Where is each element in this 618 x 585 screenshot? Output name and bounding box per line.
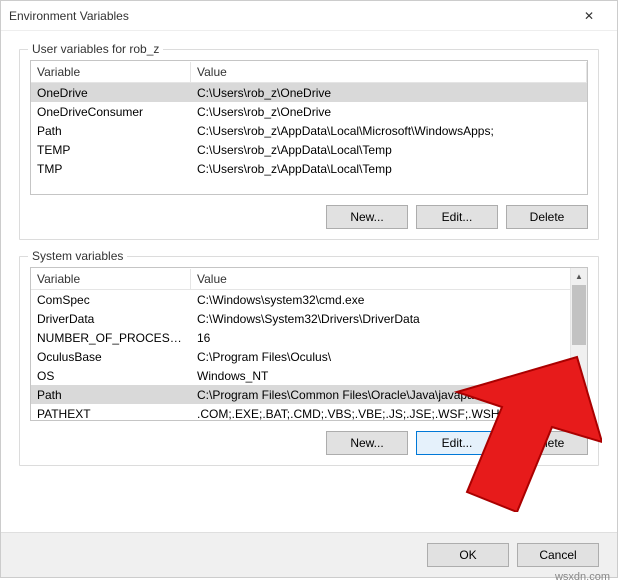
system-delete-button[interactable]: Delete <box>506 431 588 455</box>
cell-value: C:\Program Files\Oculus\ <box>191 348 570 366</box>
system-new-button[interactable]: New... <box>326 431 408 455</box>
close-button[interactable]: ✕ <box>569 2 609 30</box>
cell-variable: OculusBase <box>31 348 191 366</box>
client-area: User variables for rob_z Variable Value … <box>1 31 617 532</box>
cell-value: C:\Users\rob_z\OneDrive <box>191 84 587 102</box>
scroll-thumb[interactable] <box>572 285 586 345</box>
table-row[interactable]: TEMP C:\Users\rob_z\AppData\Local\Temp <box>31 140 587 159</box>
cell-variable: NUMBER_OF_PROCESSORS <box>31 329 191 347</box>
cell-value: C:\Windows\System32\Drivers\DriverData <box>191 310 570 328</box>
column-header-value[interactable]: Value <box>191 269 587 289</box>
cell-variable: ComSpec <box>31 291 191 309</box>
cancel-button[interactable]: Cancel <box>517 543 599 567</box>
cell-value: C:\Users\rob_z\AppData\Local\Microsoft\W… <box>191 122 587 140</box>
close-icon: ✕ <box>584 9 594 23</box>
list-body: ComSpec C:\Windows\system32\cmd.exe Driv… <box>31 290 587 423</box>
table-row[interactable]: TMP C:\Users\rob_z\AppData\Local\Temp <box>31 159 587 178</box>
env-vars-dialog: Environment Variables ✕ User variables f… <box>0 0 618 578</box>
table-row[interactable]: ComSpec C:\Windows\system32\cmd.exe <box>31 290 570 309</box>
list-header[interactable]: Variable Value <box>31 268 587 290</box>
scrollbar[interactable]: ▲ ▼ <box>570 268 587 420</box>
table-row[interactable]: Path C:\Program Files\Common Files\Oracl… <box>31 385 570 404</box>
cell-variable: OneDrive <box>31 84 191 102</box>
cell-variable: OneDriveConsumer <box>31 103 191 121</box>
cell-value: C:\Users\rob_z\OneDrive <box>191 103 587 121</box>
cell-value: 16 <box>191 329 570 347</box>
system-variables-group: System variables Variable Value ComSpec … <box>19 256 599 466</box>
table-row[interactable]: OculusBase C:\Program Files\Oculus\ <box>31 347 570 366</box>
table-row[interactable]: DriverData C:\Windows\System32\Drivers\D… <box>31 309 570 328</box>
table-row[interactable]: OS Windows_NT <box>31 366 570 385</box>
system-button-row: New... Edit... Delete <box>30 431 588 455</box>
column-header-variable[interactable]: Variable <box>31 62 191 82</box>
cell-value: C:\Users\rob_z\AppData\Local\Temp <box>191 141 587 159</box>
window-title: Environment Variables <box>9 9 569 23</box>
list-body: OneDrive C:\Users\rob_z\OneDrive OneDriv… <box>31 83 587 178</box>
user-variables-group: User variables for rob_z Variable Value … <box>19 49 599 240</box>
dialog-button-bar: OK Cancel <box>1 532 617 577</box>
cell-variable: Path <box>31 386 191 404</box>
titlebar: Environment Variables ✕ <box>1 1 617 31</box>
cell-variable: TMP <box>31 160 191 178</box>
cell-variable: TEMP <box>31 141 191 159</box>
user-new-button[interactable]: New... <box>326 205 408 229</box>
list-header[interactable]: Variable Value <box>31 61 587 83</box>
cell-value: .COM;.EXE;.BAT;.CMD;.VBS;.VBE;.JS;.JSE;.… <box>191 405 570 423</box>
user-delete-button[interactable]: Delete <box>506 205 588 229</box>
column-header-value[interactable]: Value <box>191 62 587 82</box>
user-variables-list[interactable]: Variable Value OneDrive C:\Users\rob_z\O… <box>30 60 588 195</box>
system-variables-list[interactable]: Variable Value ComSpec C:\Windows\system… <box>30 267 588 421</box>
cell-variable: DriverData <box>31 310 191 328</box>
cell-value: C:\Program Files\Common Files\Oracle\Jav… <box>191 386 570 404</box>
table-row[interactable]: PATHEXT .COM;.EXE;.BAT;.CMD;.VBS;.VBE;.J… <box>31 404 570 423</box>
cell-value: C:\Users\rob_z\AppData\Local\Temp <box>191 160 587 178</box>
table-row[interactable]: NUMBER_OF_PROCESSORS 16 <box>31 328 570 347</box>
system-edit-button[interactable]: Edit... <box>416 431 498 455</box>
user-edit-button[interactable]: Edit... <box>416 205 498 229</box>
table-row[interactable]: OneDrive C:\Users\rob_z\OneDrive <box>31 83 587 102</box>
system-variables-label: System variables <box>28 249 127 263</box>
table-row[interactable]: OneDriveConsumer C:\Users\rob_z\OneDrive <box>31 102 587 121</box>
cell-variable: OS <box>31 367 191 385</box>
cell-value: Windows_NT <box>191 367 570 385</box>
scroll-track[interactable] <box>571 285 587 403</box>
watermark: wsxdn.com <box>555 571 610 583</box>
cell-variable: Path <box>31 122 191 140</box>
column-header-variable[interactable]: Variable <box>31 269 191 289</box>
scroll-down-icon[interactable]: ▼ <box>571 403 587 420</box>
scroll-up-icon[interactable]: ▲ <box>571 268 587 285</box>
user-button-row: New... Edit... Delete <box>30 205 588 229</box>
cell-value: C:\Windows\system32\cmd.exe <box>191 291 570 309</box>
user-variables-label: User variables for rob_z <box>28 42 163 56</box>
table-row[interactable]: Path C:\Users\rob_z\AppData\Local\Micros… <box>31 121 587 140</box>
cell-variable: PATHEXT <box>31 405 191 423</box>
ok-button[interactable]: OK <box>427 543 509 567</box>
